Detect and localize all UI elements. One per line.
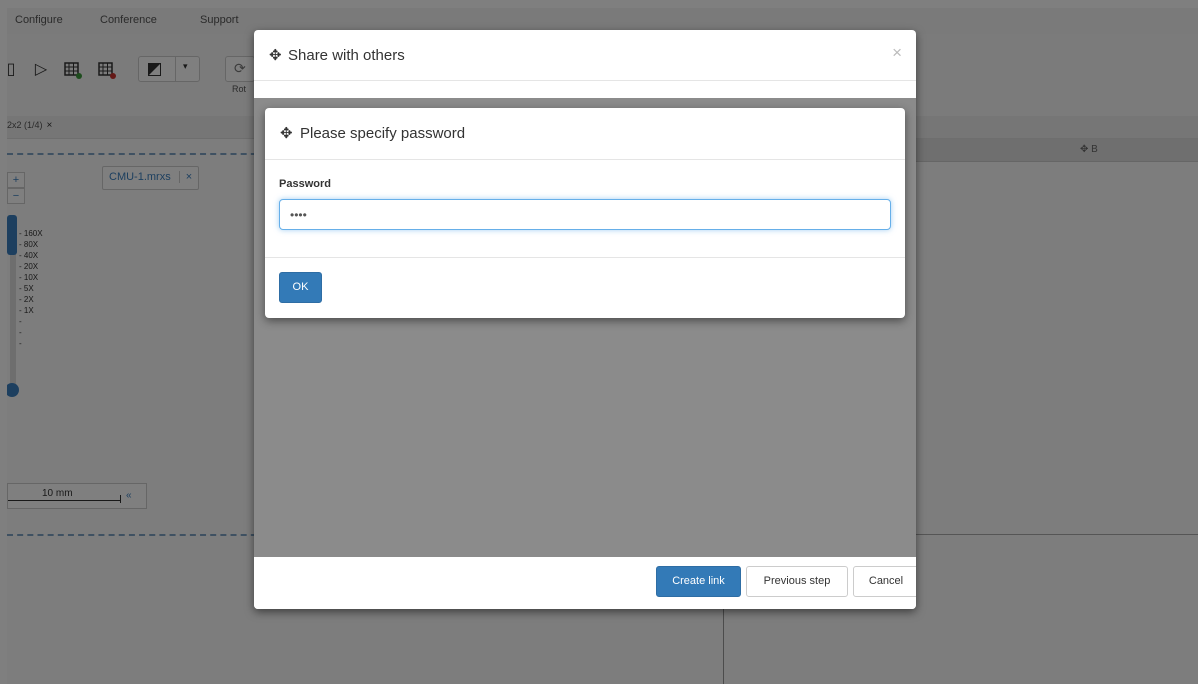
previous-step-button[interactable]: Previous step [746,566,848,597]
share-dialog-title: Share with others [288,47,405,64]
share-dialog-header: ✥ Share with others × [254,30,916,81]
move-icon[interactable]: ✥ [269,46,282,64]
cancel-button[interactable]: Cancel [853,566,916,597]
password-label: Password [279,178,331,190]
password-dialog-divider [265,257,905,258]
password-dialog-title: Please specify password [300,125,466,142]
share-dialog-footer: Create link Previous step Cancel [254,557,916,609]
password-dialog-header: ✥ Please specify password [265,108,905,160]
create-link-button[interactable]: Create link [656,566,741,597]
close-icon[interactable]: × [892,43,902,63]
move-icon[interactable]: ✥ [280,124,293,142]
password-dialog: ✥ Please specify password Password OK [265,108,905,318]
password-field[interactable] [279,199,891,230]
ok-button[interactable]: OK [279,272,322,303]
